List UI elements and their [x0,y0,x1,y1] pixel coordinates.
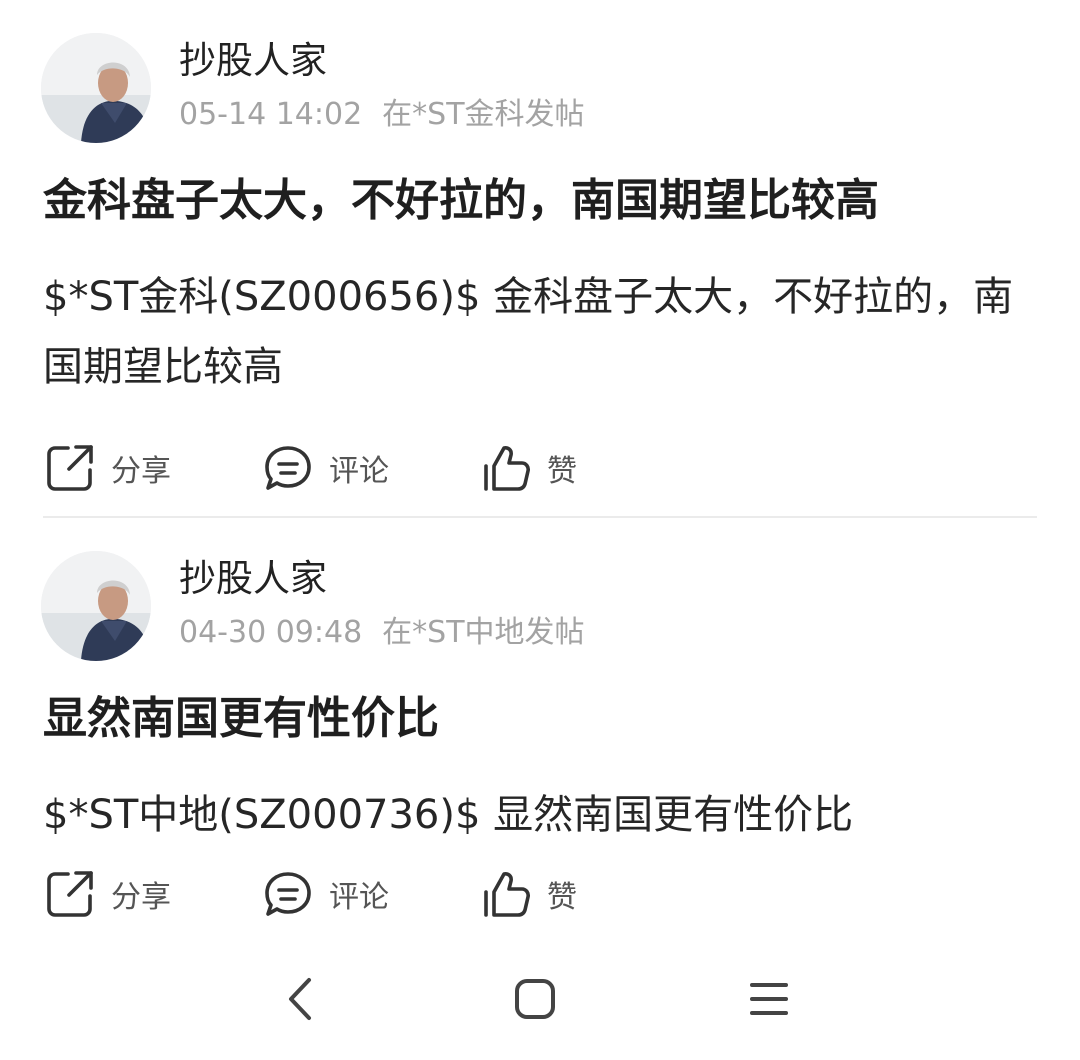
like-button[interactable]: 赞 [480,438,577,498]
share-icon [44,442,96,494]
post-source[interactable]: 在*ST金科发帖 [382,97,584,132]
comment-icon [262,868,314,920]
avatar[interactable] [41,551,151,661]
post-meta: 05-14 14:02 在*ST金科发帖 [179,96,585,134]
thumbs-up-icon [480,442,532,494]
post-title[interactable]: 金科盘子太大，不好拉的，南国期望比较高 [43,172,879,230]
post-actions: 分享 评论 赞 [0,438,1080,498]
author-name[interactable]: 抄股人家 [179,38,327,84]
post-time: 04-30 09:48 [179,615,363,650]
back-icon [281,975,321,1027]
post-meta: 04-30 09:48 在*ST中地发帖 [179,614,585,652]
post-title[interactable]: 显然南国更有性价比 [43,690,439,748]
post-actions: 分享 评论 赞 [0,864,1080,924]
post-source[interactable]: 在*ST中地发帖 [382,615,584,650]
post-body[interactable]: $*ST中地(SZ000736)$ 显然南国更有性价比 [43,780,1023,850]
comment-icon [262,442,314,494]
avatar[interactable] [41,33,151,143]
share-label: 分享 [111,880,171,915]
post-feed: 抄股人家 05-14 14:02 在*ST金科发帖 金科盘子太大，不好拉的，南国期… [0,0,1080,938]
comment-label: 评论 [329,454,389,489]
nav-menu-button[interactable] [734,966,804,1036]
comment-button[interactable]: 评论 [262,438,389,498]
home-icon [513,977,557,1025]
menu-icon [747,977,791,1025]
comment-button[interactable]: 评论 [262,864,389,924]
author-name[interactable]: 抄股人家 [179,556,327,602]
like-label: 赞 [547,880,577,915]
like-label: 赞 [547,454,577,489]
thumbs-up-icon [480,868,532,920]
post-card[interactable]: 抄股人家 04-30 09:48 在*ST中地发帖 显然南国更有性价比 $*ST中… [0,518,1080,938]
nav-back-button[interactable] [266,966,336,1036]
nav-home-button[interactable] [500,966,570,1036]
post-time: 05-14 14:02 [179,97,363,132]
like-button[interactable]: 赞 [480,864,577,924]
share-label: 分享 [111,454,171,489]
system-nav-bar [0,938,1080,1060]
share-icon [44,868,96,920]
share-button[interactable]: 分享 [44,864,171,924]
share-button[interactable]: 分享 [44,438,171,498]
post-body[interactable]: $*ST金科(SZ000656)$ 金科盘子太大，不好拉的，南国期望比较高 [43,262,1023,402]
comment-label: 评论 [329,880,389,915]
post-card[interactable]: 抄股人家 05-14 14:02 在*ST金科发帖 金科盘子太大，不好拉的，南国期… [0,0,1080,518]
